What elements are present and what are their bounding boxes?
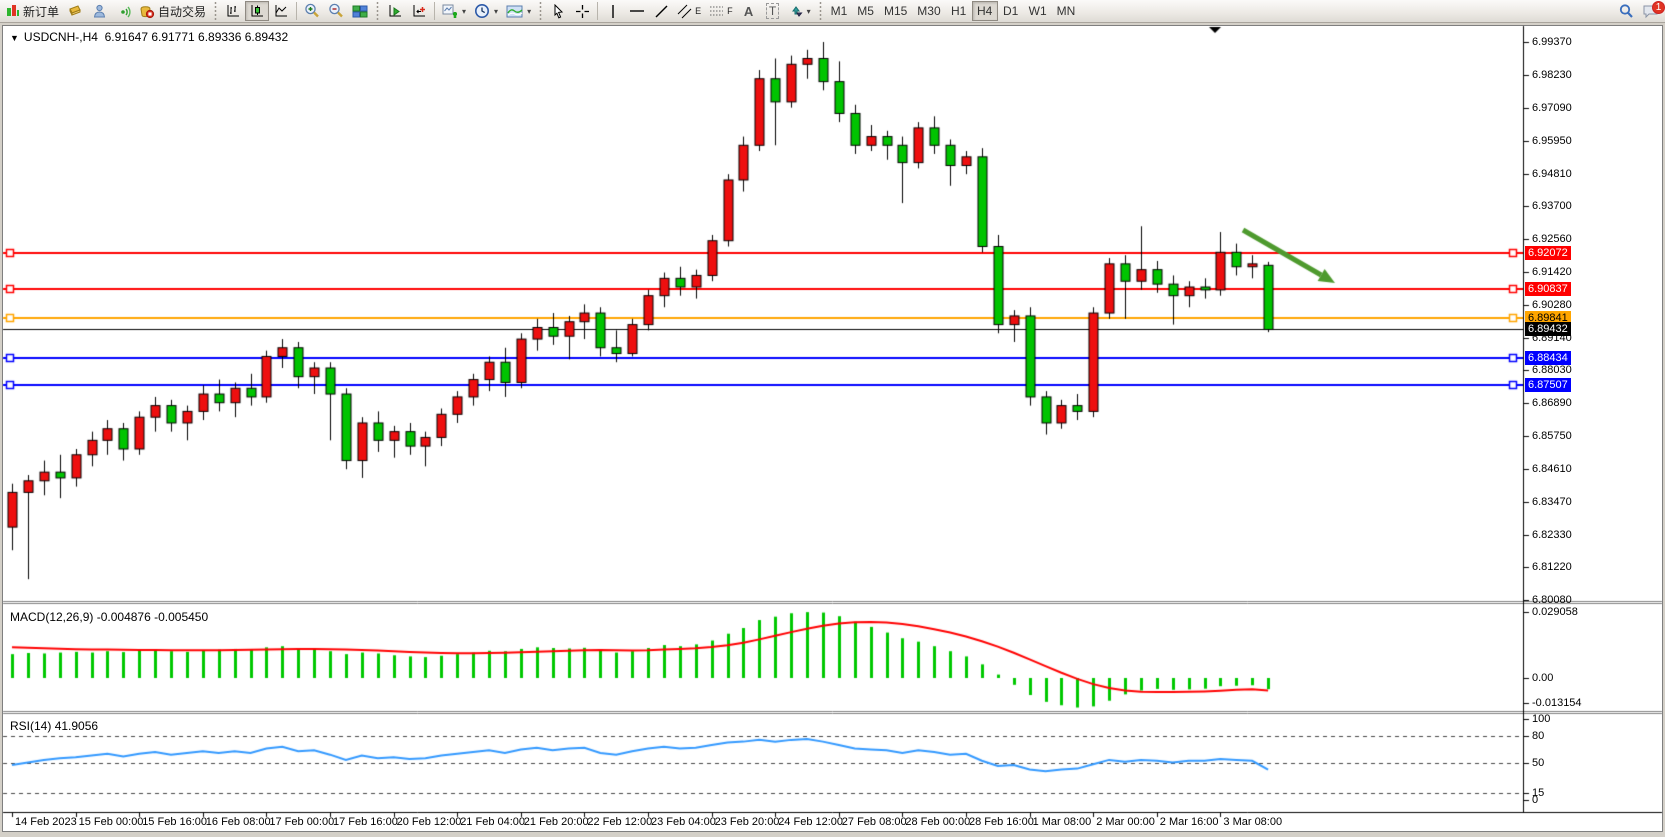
autotrading-button[interactable]: 自动交易 <box>135 1 210 21</box>
indicators-dropdown-caret: ▾ <box>462 7 466 16</box>
new-order-icon <box>6 4 20 18</box>
toolbar-separator <box>597 2 598 20</box>
crosshair-icon <box>575 4 590 19</box>
zoom-out-button[interactable] <box>324 1 348 21</box>
new-order-label: 新订单 <box>23 3 59 20</box>
horizontal-line-icon <box>629 4 645 18</box>
toolbar-separator <box>296 2 297 20</box>
timeframe-button-W1[interactable]: W1 <box>1024 1 1052 21</box>
auto-scroll-icon <box>387 4 403 19</box>
toolbar-separator <box>538 2 543 20</box>
bar-chart-icon <box>225 4 241 19</box>
candlestick-chart-icon <box>249 4 265 19</box>
tile-windows-button[interactable] <box>348 1 372 21</box>
arrows-dropdown-caret: ▾ <box>807 7 811 16</box>
timeframe-button-M1[interactable]: M1 <box>826 1 853 21</box>
timeframe-button-MN[interactable]: MN <box>1052 1 1081 21</box>
crosshair-tool-button[interactable] <box>570 1 594 21</box>
navigator-button[interactable] <box>87 1 111 21</box>
autotrading-icon <box>139 4 155 19</box>
market-watch-button[interactable] <box>63 1 87 21</box>
text-label-tool-icon: T <box>766 3 779 19</box>
bar-chart-button[interactable] <box>221 1 245 21</box>
indicators-button[interactable]: ▾ <box>438 1 470 21</box>
fibonacci-sub-label: F <box>727 6 733 16</box>
new-order-button[interactable]: 新订单 <box>2 1 63 21</box>
periods-dropdown-caret: ▾ <box>494 7 498 16</box>
search-icon <box>1618 3 1634 19</box>
price-chart-canvas[interactable] <box>2 25 1663 832</box>
timeframe-button-D1[interactable]: D1 <box>998 1 1024 21</box>
periods-button[interactable]: ▾ <box>470 1 502 21</box>
text-tool-button[interactable]: A <box>737 1 761 21</box>
auto-scroll-button[interactable] <box>383 1 407 21</box>
zoom-in-icon <box>304 3 320 19</box>
trendline-icon <box>654 4 669 19</box>
timeframe-button-M15[interactable]: M15 <box>879 1 912 21</box>
channel-icon <box>677 4 692 19</box>
zoom-out-icon <box>328 3 344 19</box>
autotrading-label: 自动交易 <box>158 3 206 20</box>
cursor-tool-button[interactable] <box>546 1 570 21</box>
timeframe-button-H4[interactable]: H4 <box>972 1 998 21</box>
templates-button[interactable]: ▾ <box>502 1 535 21</box>
fibonacci-icon <box>709 4 724 19</box>
timeframe-button-H1[interactable]: H1 <box>946 1 972 21</box>
toolbar-separator <box>213 2 218 20</box>
signals-button[interactable] <box>111 1 135 21</box>
candlestick-chart-button[interactable] <box>245 1 269 21</box>
horizontal-line-tool-button[interactable] <box>625 1 649 21</box>
signals-radar-icon <box>116 4 131 19</box>
fibonacci-tool-button[interactable]: F <box>705 1 737 21</box>
vertical-line-tool-button[interactable] <box>601 1 625 21</box>
line-chart-button[interactable] <box>269 1 293 21</box>
navigator-person-icon <box>92 4 107 19</box>
cursor-icon <box>551 4 565 19</box>
arrows-tool-button[interactable]: ▾ <box>785 1 815 21</box>
periods-clock-icon <box>474 3 490 19</box>
chart-shift-icon <box>411 4 427 19</box>
toolbar-separator <box>818 2 823 20</box>
text-label-tool-button[interactable]: T <box>761 1 785 21</box>
line-chart-icon <box>273 4 289 19</box>
toolbar-separator <box>375 2 380 20</box>
channel-sub-label: E <box>695 6 701 16</box>
indicators-icon <box>442 3 458 19</box>
templates-dropdown-caret: ▾ <box>527 7 531 16</box>
timeframe-group: M1M5M15M30H1H4D1W1MN <box>826 1 1081 21</box>
chart-shift-button[interactable] <box>407 1 431 21</box>
tile-windows-icon <box>352 4 368 19</box>
market-watch-icon <box>67 4 83 18</box>
timeframe-button-M5[interactable]: M5 <box>852 1 879 21</box>
toolbar-separator <box>434 2 435 20</box>
trendline-tool-button[interactable] <box>649 1 673 21</box>
text-tool-icon: A <box>744 4 753 19</box>
main-toolbar: 新订单 自动交易 <box>0 0 1665 23</box>
timeframe-button-M30[interactable]: M30 <box>912 1 945 21</box>
notifications-button[interactable]: 1 <box>1638 1 1663 21</box>
search-button[interactable] <box>1614 1 1638 21</box>
equidistant-channel-tool-button[interactable]: E <box>673 1 705 21</box>
notification-badge: 1 <box>1652 1 1665 14</box>
arrows-tool-icon <box>789 4 803 19</box>
vertical-line-icon <box>607 4 619 19</box>
zoom-in-button[interactable] <box>300 1 324 21</box>
templates-icon <box>506 4 523 19</box>
